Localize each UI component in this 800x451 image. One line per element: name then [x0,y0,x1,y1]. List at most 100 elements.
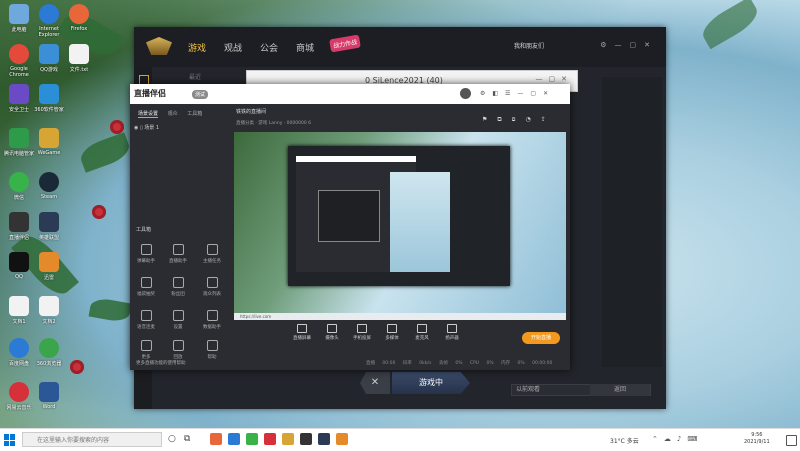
tab-toolbox[interactable]: 工具箱 [187,111,202,117]
desktop-icon[interactable]: 英雄联盟 [32,212,66,241]
taskbar-app-icon[interactable] [246,433,258,445]
desktop-icon[interactable]: 网易云音乐 [2,382,36,411]
thunder-icon [39,252,59,272]
desktop-icon[interactable]: 微信 [2,172,36,201]
taskbar-app-icon[interactable] [228,433,240,445]
tray-icons[interactable]: ⌃☁♪⌨ [652,435,703,443]
tool-icon [140,277,152,288]
media-button[interactable]: 多媒体 [380,324,404,341]
desktop-icon[interactable]: Internet Explorer [32,4,66,38]
help-link[interactable]: 更多直播功能的使用帮助 [136,360,186,366]
clock[interactable]: 9:56 2021/9/11 [744,432,770,446]
event-badge[interactable]: 战力作战 [329,34,361,53]
tab-shop[interactable]: 商城 [296,41,314,54]
window-controls[interactable]: ⚙◧☰—▢✕ [480,90,555,97]
taskbar-app-icon[interactable] [336,433,348,445]
stream-tools[interactable]: ⚑⧉⧈◔⇪ [482,116,556,124]
speaker-icon [447,324,457,333]
tool-item[interactable]: 福袋抽奖 [134,277,158,297]
user-name[interactable]: 我和朋友们 [514,41,544,50]
tool-icon [206,340,218,351]
tool-item[interactable]: 数据助手 [200,310,224,330]
wechat-icon [9,172,29,192]
taskbar-search[interactable]: 在这里输入你要搜索的内容 [22,432,162,447]
tab-audience[interactable]: 观众 [168,111,178,117]
window-controls[interactable]: ⚙—▢✕ [600,41,658,49]
desktop-icon[interactable]: 文档2 [32,296,66,325]
task-view-icon[interactable]: ○⧉ [168,434,198,444]
phone-cast-button[interactable]: 手机投屏 [350,324,374,341]
desktop-icon[interactable]: 迅雷 [32,252,66,281]
desktop-icon[interactable]: 腾讯电脑管家 [2,128,36,157]
screen-capture-button[interactable]: 直播屏幕 [290,324,314,341]
taskbar-app-icon[interactable] [282,433,294,445]
source-actions: 直播屏幕 摄像头 手机投屏 多媒体 麦克风 扬声器 [234,324,566,350]
in-game-button[interactable]: 游戏中 [392,372,470,394]
tab-guild[interactable]: 公会 [260,41,278,54]
left-panel [130,104,230,370]
tool-item[interactable]: 回放 [166,340,190,360]
scene-item[interactable]: ◉ ▯ 场景 1 [134,124,159,131]
desktop-icon[interactable]: 直播伴侣 [2,212,36,241]
camera-button[interactable]: 摄像头 [320,324,344,341]
tool-item[interactable]: 粉丝团 [166,277,190,297]
weather[interactable]: 31°C 多云 [610,436,639,445]
stream-title[interactable]: 铁铁的直播间 [236,108,266,115]
streaming-app-window: 直播伴侣 测试 ⚙◧☰—▢✕ 场景设置 观众 工具箱 ◉ ▯ 场景 1 工具箱 … [130,84,570,370]
desktop-icon[interactable]: 安全卫士 [2,84,36,113]
window-controls[interactable]: —▢✕ [536,75,573,83]
version-badge: 测试 [192,90,209,99]
tool-item[interactable]: 主播任务 [200,244,224,264]
desktop-icon[interactable]: WeGame [32,128,66,156]
start-stream-button[interactable]: 开始直播 [522,332,560,344]
steam-icon [39,172,59,192]
speaker-button[interactable]: 扬声器 [440,324,464,341]
desktop-icon[interactable]: 百度网盘 [2,338,36,367]
taskbar-app-icon[interactable] [318,433,330,445]
taskbar-app-icon[interactable] [264,433,276,445]
desktop-icon[interactable]: QQ [2,252,36,280]
desktop-icon[interactable]: QQ游戏 [32,44,66,73]
live-assistant-icon [9,212,29,232]
desktop-icon[interactable]: Google Chrome [2,44,36,78]
start-button[interactable] [4,434,16,446]
taskbar-app-icon[interactable] [300,433,312,445]
firefox-icon [69,4,89,24]
desktop-icon[interactable]: 文件.txt [62,44,96,73]
tool-item[interactable]: 观众列表 [200,277,224,297]
friends-panel [602,77,662,367]
desktop-icon[interactable]: 360软件管家 [32,84,66,113]
desktop-icon[interactable]: 360浏览器 [32,338,66,367]
word-icon [39,382,59,402]
microphone-button[interactable]: 麦克风 [410,324,434,341]
tool-item[interactable]: 更多 [134,340,158,360]
taskbar-app-icon[interactable] [210,433,222,445]
browser-icon [39,338,59,358]
tool-icon [206,244,218,255]
tab-scene[interactable]: 场景设置 [138,111,159,118]
back-button[interactable]: 返回 [590,384,650,396]
subnav-label[interactable]: 最近 [189,72,201,81]
desktop-icon[interactable]: 此电脑 [2,4,36,33]
tool-item[interactable]: 弹幕助手 [134,244,158,264]
music-icon [9,382,29,402]
avatar[interactable] [460,88,471,99]
tool-item[interactable]: 设置 [166,310,190,330]
tool-icon [140,310,152,321]
desktop-icon[interactable]: Word [32,382,66,410]
cancel-queue-button[interactable]: ✕ [360,372,390,394]
stream-preview[interactable]: https://live.com [234,132,566,320]
desktop-icon[interactable]: 文档1 [2,296,36,325]
tab-spectate[interactable]: 观战 [224,41,242,54]
desktop-icon[interactable]: Steam [32,172,66,200]
stream-meta: 直播分类 · 游戏 Lanny · 0000000 6 [236,121,311,126]
tab-game[interactable]: 游戏 [188,41,206,54]
tool-item[interactable]: 帮助 [200,340,224,360]
tool-item[interactable]: 直播助手 [166,244,190,264]
tool-icon [206,310,218,321]
notification-icon[interactable] [786,435,797,446]
desktop-icon[interactable]: Firefox [62,4,96,32]
tool-item[interactable]: 语音连麦 [134,310,158,330]
preview-nested [318,190,380,242]
qq-game-icon [39,44,59,64]
